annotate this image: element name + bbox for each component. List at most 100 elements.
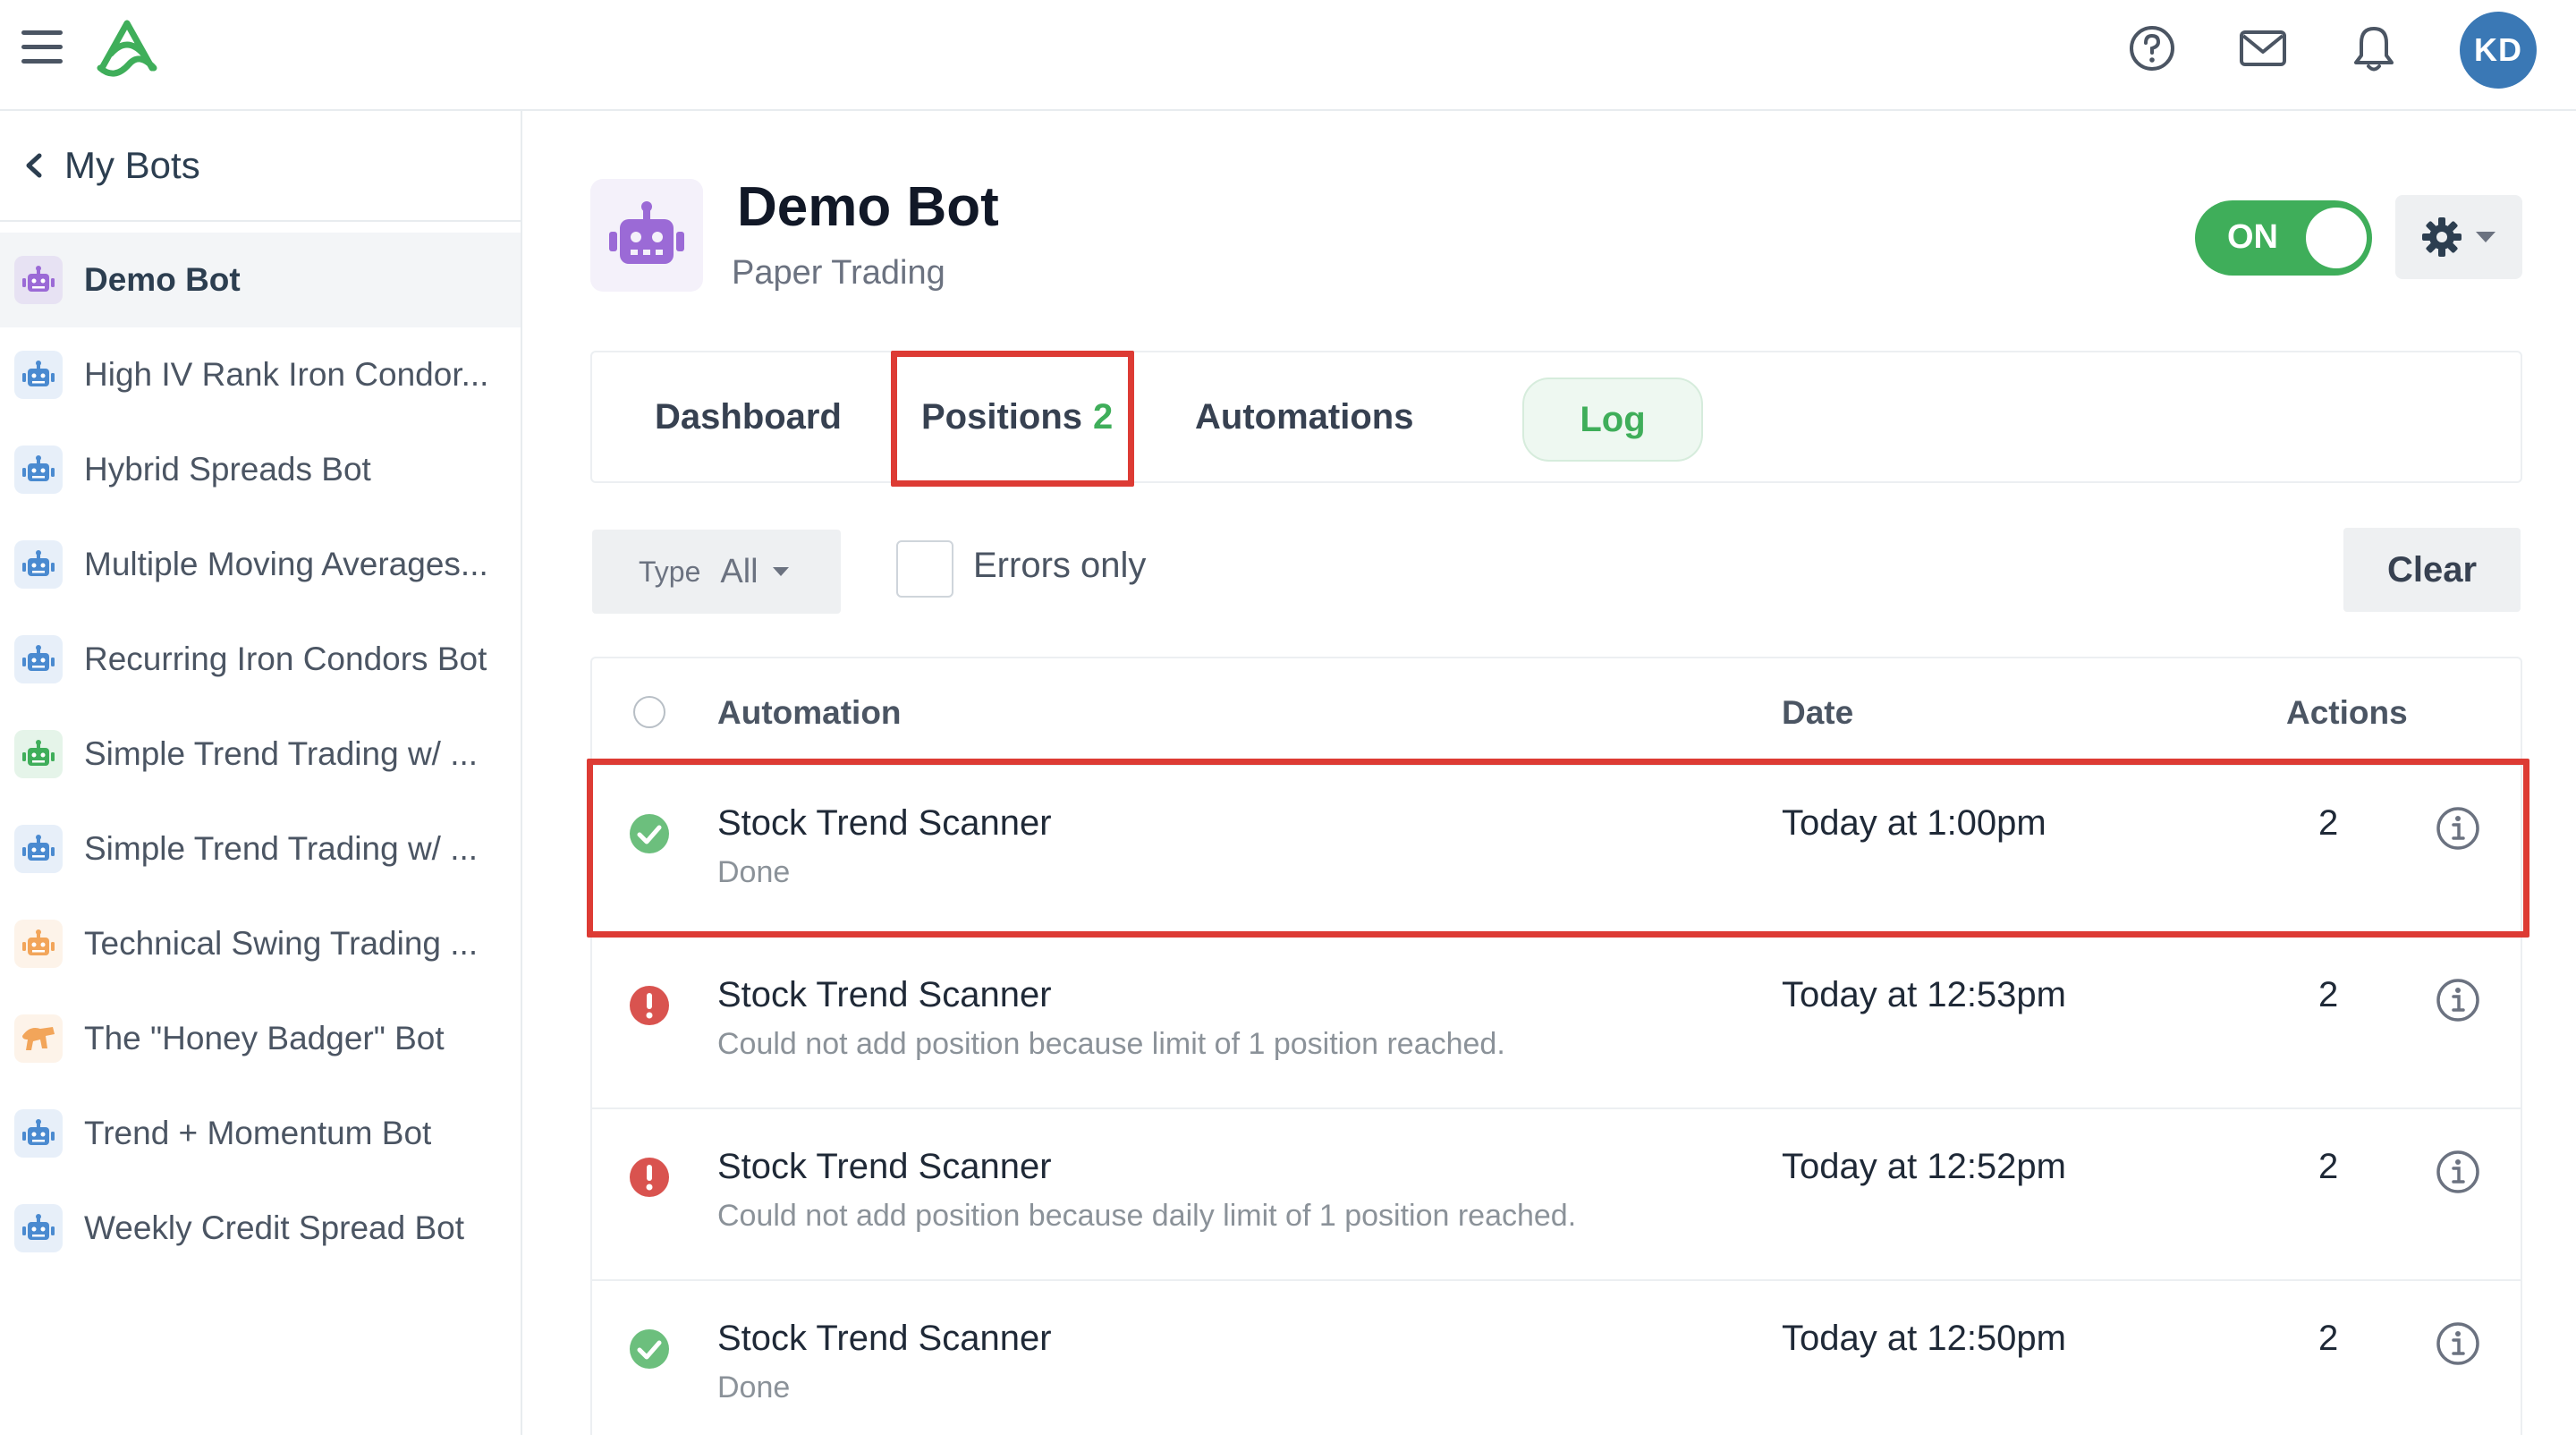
table-header: Automation Date Actions [592, 658, 2521, 764]
sidebar-bot-item[interactable]: Weekly Credit Spread Bot [0, 1181, 521, 1276]
error-circle-icon [630, 1158, 669, 1197]
sidebar-bot-label: The "Honey Badger" Bot [84, 1020, 445, 1056]
sidebar-bot-item[interactable]: Recurring Iron Condors Bot [0, 612, 521, 707]
tab-positions[interactable]: Positions 2 [921, 397, 1113, 437]
type-filter-label: Type [639, 555, 701, 588]
robot-icon [14, 351, 63, 399]
sidebar-bot-label: Simple Trend Trading w/ ... [84, 735, 479, 772]
type-filter-value: All [720, 552, 758, 590]
automation-name: Stock Trend Scanner [717, 803, 1052, 843]
bell-icon[interactable] [2349, 23, 2399, 73]
tab-automations[interactable]: Automations [1195, 397, 1413, 437]
robot-icon [14, 1204, 63, 1252]
errors-only-label: Errors only [973, 546, 1147, 585]
sidebar-bot-label: High IV Rank Iron Condor... [84, 356, 489, 393]
automation-detail: Done [717, 855, 791, 889]
sidebar-bot-label: Trend + Momentum Bot [84, 1115, 432, 1151]
sidebar-bot-label: Simple Trend Trading w/ ... [84, 830, 479, 867]
bot-on-toggle[interactable]: ON [2195, 200, 2372, 276]
log-date: Today at 12:53pm [1782, 975, 2066, 1014]
robot-icon [14, 445, 63, 494]
sidebar-bot-item[interactable]: Trend + Momentum Bot [0, 1086, 521, 1181]
check-circle-icon [630, 1329, 669, 1369]
table-row[interactable]: Stock Trend Scanner Done Today at 12:50pm 2 [592, 1279, 2521, 1451]
tab-dashboard[interactable]: Dashboard [655, 397, 842, 437]
toggle-knob [2306, 208, 2367, 268]
sidebar-bot-item[interactable]: The "Honey Badger" Bot [0, 991, 521, 1086]
settings-dropdown-button[interactable] [2395, 195, 2522, 279]
actions-count: 2 [2318, 1319, 2339, 1358]
table-row[interactable]: Stock Trend Scanner Could not add positio… [592, 1107, 2521, 1279]
bot-title: Demo Bot [737, 176, 999, 238]
info-icon[interactable] [2435, 805, 2481, 852]
error-circle-icon [630, 986, 669, 1025]
tab-log[interactable]: Log [1522, 378, 1703, 462]
sidebar-bot-label: Multiple Moving Averages... [84, 546, 488, 582]
automation-detail: Could not add position because limit of … [717, 1027, 1505, 1061]
mail-icon[interactable] [2238, 23, 2288, 73]
bot-list: Demo Bot High IV Rank Iron Condor... Hybri… [0, 233, 521, 1276]
sidebar-bot-label: Weekly Credit Spread Bot [84, 1209, 465, 1246]
info-icon[interactable] [2435, 1149, 2481, 1195]
sidebar-bot-label: Technical Swing Trading ... [84, 925, 479, 962]
gear-icon [2422, 217, 2462, 257]
toggle-label: ON [2227, 218, 2278, 256]
robot-icon [14, 635, 63, 683]
tab-bar: Dashboard Positions 2 Automations Log [590, 351, 2522, 483]
robot-icon [14, 256, 63, 304]
sidebar-bot-item[interactable]: Simple Trend Trading w/ ... [0, 802, 521, 896]
check-circle-icon [630, 814, 669, 853]
automation-name: Stock Trend Scanner [717, 1319, 1052, 1358]
sidebar: My Bots Demo Bot High IV Rank Iron Condor… [0, 111, 522, 1435]
back-to-my-bots[interactable]: My Bots [0, 111, 521, 222]
bot-avatar [590, 179, 703, 292]
log-date: Today at 1:00pm [1782, 803, 2046, 843]
caret-down-icon [772, 567, 789, 576]
clear-button[interactable]: Clear [2343, 528, 2521, 612]
automation-detail: Done [717, 1370, 791, 1404]
caret-down-icon [2476, 232, 2496, 242]
log-table: Automation Date Actions Stock Trend Scan… [590, 657, 2522, 1435]
sidebar-bot-item[interactable]: Hybrid Spreads Bot [0, 422, 521, 517]
header-automation: Automation [717, 694, 902, 731]
bot-subtitle: Paper Trading [732, 254, 945, 292]
help-icon[interactable] [2127, 23, 2177, 73]
sidebar-bot-item[interactable]: Demo Bot [0, 233, 521, 327]
header-actions: Actions [2286, 694, 2408, 731]
errors-only-checkbox[interactable] [896, 540, 953, 598]
chevron-left-icon [26, 153, 42, 178]
select-all-radio[interactable] [633, 696, 665, 728]
positions-count-badge: 2 [1093, 397, 1114, 437]
log-date: Today at 12:52pm [1782, 1147, 2066, 1186]
hamburger-menu-icon[interactable] [21, 30, 63, 66]
sidebar-bot-label: Hybrid Spreads Bot [84, 451, 371, 488]
robot-icon [14, 920, 63, 968]
sidebar-bot-label: Recurring Iron Condors Bot [84, 641, 487, 677]
sidebar-bot-item[interactable]: Technical Swing Trading ... [0, 896, 521, 991]
main-content: Demo Bot Paper Trading ON Dashboard Posi… [524, 111, 2576, 1435]
automation-detail: Could not add position because daily lim… [717, 1199, 1577, 1233]
sidebar-bot-item[interactable]: Multiple Moving Averages... [0, 517, 521, 612]
automation-name: Stock Trend Scanner [717, 1147, 1052, 1186]
header-date: Date [1782, 694, 1854, 731]
tab-positions-label: Positions [921, 397, 1083, 437]
info-icon[interactable] [2435, 977, 2481, 1023]
sidebar-bot-item[interactable]: High IV Rank Iron Condor... [0, 327, 521, 422]
table-row[interactable]: Stock Trend Scanner Could not add positio… [592, 936, 2521, 1107]
actions-count: 2 [2318, 1147, 2339, 1186]
user-avatar[interactable]: KD [2460, 12, 2537, 89]
actions-count: 2 [2318, 803, 2339, 843]
honey-badger-icon [14, 1014, 63, 1063]
robot-icon [14, 1109, 63, 1158]
actions-count: 2 [2318, 975, 2339, 1014]
robot-icon [14, 825, 63, 873]
top-bar: KD [0, 0, 2576, 111]
info-icon[interactable] [2435, 1320, 2481, 1367]
table-row[interactable]: Stock Trend Scanner Done Today at 1:00pm 2 [592, 764, 2521, 936]
log-date: Today at 12:50pm [1782, 1319, 2066, 1358]
sidebar-bot-item[interactable]: Simple Trend Trading w/ ... [0, 707, 521, 802]
type-filter-select[interactable]: Type All [592, 530, 841, 614]
sidebar-bot-label: Demo Bot [84, 261, 241, 298]
app-logo-icon[interactable] [93, 18, 161, 79]
robot-icon [14, 540, 63, 589]
